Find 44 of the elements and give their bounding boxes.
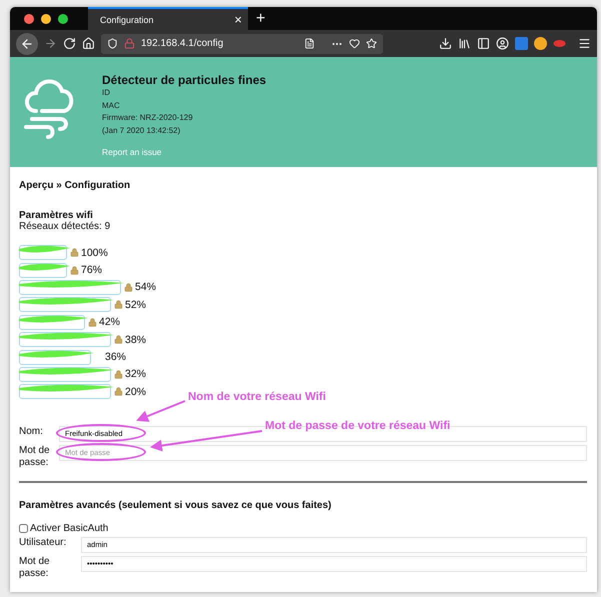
browser-tab[interactable]: Configuration × xyxy=(88,7,248,30)
device-info: ID xyxy=(102,87,111,99)
signal-strength: 38% xyxy=(125,334,146,346)
signal-strength: 20% xyxy=(125,386,146,398)
device-info: MAC xyxy=(102,100,121,112)
field-label: Mot de passe: xyxy=(19,444,51,469)
maximize-window-button[interactable] xyxy=(58,14,68,24)
checkbox[interactable] xyxy=(19,524,28,533)
reload-icon[interactable] xyxy=(63,37,76,50)
device-title: Détecteur de particules fines xyxy=(102,73,266,87)
extension-icon[interactable] xyxy=(553,37,566,50)
home-icon[interactable] xyxy=(82,37,95,50)
field-label: Nom: xyxy=(19,426,44,438)
library-icon[interactable] xyxy=(458,37,471,50)
signal-strength: 52% xyxy=(125,298,146,311)
section-title: Paramètres avancés (seulement si vous savez ce que vous faites) xyxy=(19,500,332,511)
device-info: Firmware: NRZ-2020-129 xyxy=(102,112,194,124)
back-button[interactable] xyxy=(16,32,38,54)
close-window-button[interactable] xyxy=(24,14,34,24)
annotation-text: Nom de votre réseau Wifi xyxy=(188,391,326,403)
new-tab-button[interactable]: + xyxy=(248,10,274,28)
minimize-window-button[interactable] xyxy=(41,14,51,24)
close-tab-button[interactable]: × xyxy=(234,12,242,27)
menu-icon[interactable] xyxy=(578,37,591,50)
forward-icon[interactable] xyxy=(44,37,57,50)
section-title: Paramètres wifi xyxy=(19,210,94,221)
checkbox-label: Activer BasicAuth xyxy=(30,522,108,534)
signal-strength: 76% xyxy=(81,264,102,276)
device-info: (Jan 7 2020 13:42:52) xyxy=(102,124,182,137)
address-bar[interactable]: 192.168.4.1/config xyxy=(101,34,383,54)
field-label: Utilisateur: xyxy=(19,536,68,549)
signal-strength: 100% xyxy=(81,246,108,259)
signal-strength: 54% xyxy=(135,281,156,294)
signal-strength: 36% xyxy=(105,351,126,364)
download-icon[interactable] xyxy=(439,37,452,50)
network-count: Réseaux détectés: 9 xyxy=(19,221,112,232)
breadcrumb: Aperçu » Configuration xyxy=(19,180,132,191)
extension-icon[interactable] xyxy=(534,37,547,50)
signal-strength: 32% xyxy=(125,368,146,380)
field-label: Mot de passe: xyxy=(19,556,51,580)
signal-strength: 42% xyxy=(99,316,120,328)
annotation-arrow xyxy=(136,400,186,422)
account-icon[interactable] xyxy=(496,37,509,50)
sidebar-icon[interactable] xyxy=(477,37,490,50)
